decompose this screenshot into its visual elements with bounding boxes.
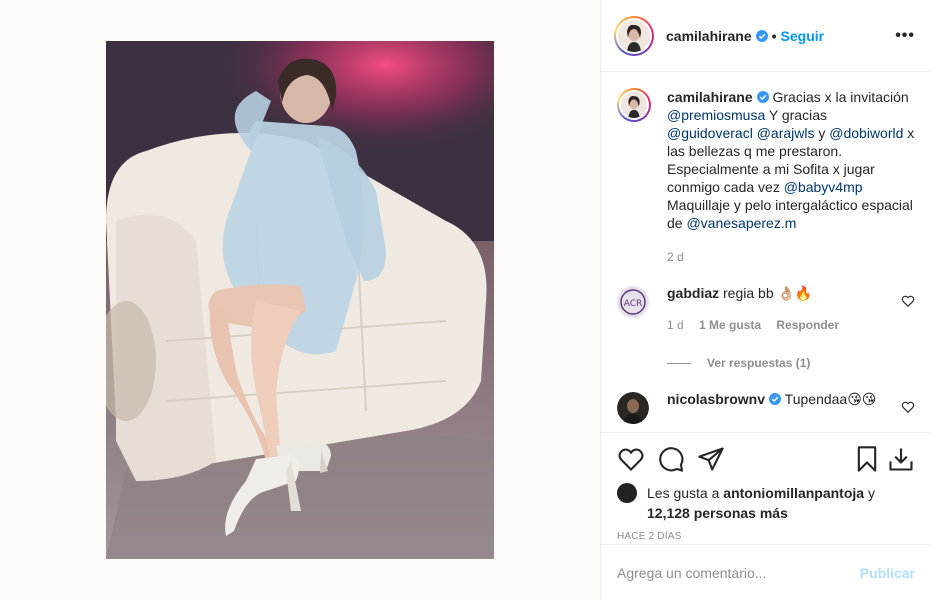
commenter-avatar[interactable]: ACR [617,286,649,318]
caption-avatar[interactable] [617,88,651,122]
follow-button[interactable]: Seguir [781,28,825,44]
post-sidebar: camilahirane • Seguir ••• camilahirane G… [600,0,931,600]
liker-avatar[interactable] [617,483,637,503]
comment-like-icon[interactable] [901,400,915,414]
view-replies-button[interactable]: Ver respuestas (1) [707,354,810,372]
bookmark-icon[interactable] [853,445,881,473]
caption-username[interactable]: camilahirane [667,89,753,105]
publish-button[interactable]: Publicar [860,565,915,581]
mention-link[interactable]: @vanesaperez.m [686,215,796,231]
mention-link[interactable]: @guidoveracl [667,125,753,141]
like-heart-icon[interactable] [617,445,645,473]
post-time-ago[interactable]: HACE 2 DÍAS [617,531,915,542]
comments-section: camilahirane Gracias x la invitación @pr… [601,72,931,432]
comment-username[interactable]: gabdiaz [667,285,719,301]
comment-text: regia bb 👌🏼🔥 [723,285,813,301]
caption: camilahirane Gracias x la invitación @pr… [617,88,915,266]
share-paper-plane-icon[interactable] [697,445,725,473]
svg-text:ACR: ACR [624,299,643,309]
verified-badge-icon [755,29,768,42]
likes-summary: Les gusta a antoniomillanpantoja y 12,12… [617,483,915,523]
author-avatar[interactable] [614,15,654,56]
separator-dot: • [771,27,777,44]
comment-text: Tupendaa😘😘 [784,391,877,407]
comment-timestamp[interactable]: 1 d [667,318,684,332]
comment-item: ACR gabdiaz regia bb 👌🏼🔥 1 d 1 Me gusta … [617,284,915,372]
caption-text: y [814,125,830,141]
caption-text: Y gracias [765,107,827,123]
comment-like-icon[interactable] [901,294,915,308]
comment-bubble-icon[interactable] [657,445,685,473]
caption-text: Gracias x la invitación [772,89,909,105]
mention-link[interactable]: @premiosmusa [667,107,765,123]
download-icon[interactable] [887,445,915,473]
post-header: camilahirane • Seguir ••• [601,0,931,72]
more-options-icon[interactable]: ••• [895,27,915,45]
comment-input[interactable] [617,564,860,581]
likes-count[interactable]: 12,128 personas más [647,505,788,521]
caption-timestamp[interactable]: 2 d [667,250,684,264]
add-comment-bar: Publicar [601,544,931,600]
post-photo[interactable] [106,41,494,559]
liker-username[interactable]: antoniomillanpantoja [723,485,864,501]
photo-illustration [106,41,494,559]
comment-likes[interactable]: 1 Me gusta [699,318,761,332]
replies-line [667,362,691,364]
commenter-avatar[interactable] [617,392,649,424]
comment-username[interactable]: nicolasbrownv [667,391,765,407]
likes-prefix: Les gusta a [647,485,724,501]
verified-badge-icon [769,393,782,405]
author-username[interactable]: camilahirane [666,28,752,44]
post-actions: Les gusta a antoniomillanpantoja y 12,12… [601,432,931,542]
reply-button[interactable]: Responder [776,318,839,332]
media-pane [0,0,600,600]
verified-badge-icon [756,91,769,103]
mention-link[interactable]: @babyv4mp [784,179,863,195]
mention-link[interactable]: @dobiworld [829,125,903,141]
comment-item: nicolasbrownv Tupendaa😘😘 [617,390,915,424]
likes-mid: y [864,485,875,501]
mention-link[interactable]: @arajwls [757,125,815,141]
